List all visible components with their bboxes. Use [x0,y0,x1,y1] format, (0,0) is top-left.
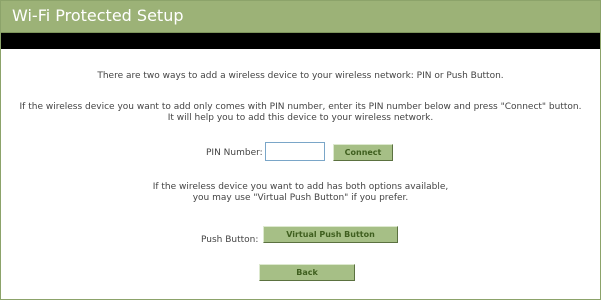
connect-button[interactable]: Connect [333,144,393,161]
push-instruction-line-1: If the wireless device you want to add h… [152,182,449,192]
back-button[interactable]: Back [259,264,355,281]
pin-row: PIN Number: [1,139,600,165]
content-area: There are two ways to add a wireless dev… [1,49,600,299]
black-divider-band [1,33,600,49]
wps-setup-window: Wi-Fi Protected Setup There are two ways… [0,0,601,300]
push-button-label: Push Button: [201,235,259,245]
pin-number-input[interactable] [265,142,325,161]
push-instruction-line-2: you may use "Virtual Push Button" if you… [192,193,409,203]
intro-text: There are two ways to add a wireless dev… [97,71,504,81]
virtual-push-button[interactable]: Virtual Push Button [263,226,398,243]
pin-instruction-line-1: If the wireless device you want to add o… [19,102,582,112]
pin-number-label: PIN Number: [206,148,263,158]
title-bar: Wi-Fi Protected Setup [1,1,600,33]
page-title: Wi-Fi Protected Setup [12,6,184,25]
pin-instruction-line-2: It will help you to add this device to y… [167,113,434,123]
